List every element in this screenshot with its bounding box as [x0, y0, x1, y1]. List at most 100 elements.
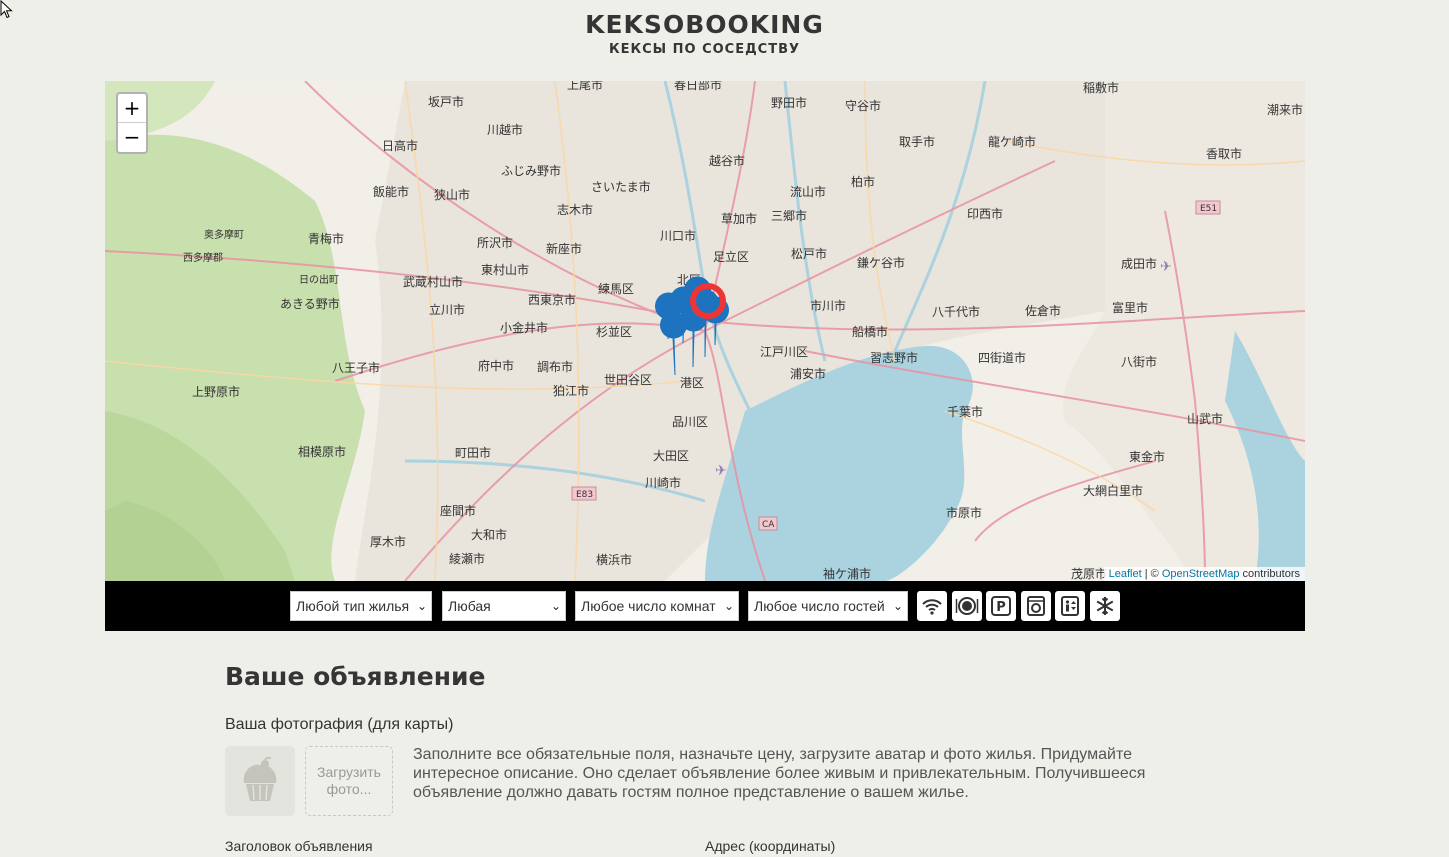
- map-label: 川越市: [487, 122, 523, 137]
- map-tiles: ✈ ✈ 坂戸市 川越市 日高市 上尾市 春日部市 野田市 守谷市 稲敷市 潮来市…: [105, 81, 1305, 581]
- map-attribution: Leaflet | © OpenStreetMap contributors: [1103, 567, 1305, 581]
- map-label: 佐倉市: [1025, 303, 1061, 318]
- map-label: 志木市: [557, 202, 593, 217]
- map-label: 府中市: [478, 358, 514, 373]
- map-filters: Любой тип жилья ⌄ Любая ⌄ Любое число ко…: [105, 581, 1305, 631]
- svg-text:E83: E83: [576, 490, 593, 500]
- dishwasher-icon: [955, 597, 979, 615]
- rooms-select[interactable]: Любое число комнат ⌄: [575, 591, 739, 621]
- map-label: 小金井市: [500, 320, 548, 335]
- map-label: 武蔵村山市: [403, 274, 463, 289]
- map-label: 市川市: [810, 298, 846, 313]
- map-label: 狛江市: [553, 383, 589, 398]
- guests-select[interactable]: Любое число гостей ⌄: [748, 591, 908, 621]
- chevron-down-icon: ⌄: [723, 599, 734, 613]
- map-label: 印西市: [967, 206, 1003, 221]
- map-label: 西東京市: [528, 292, 576, 307]
- map-label: 練馬区: [598, 282, 634, 296]
- map-label: 春日部市: [674, 81, 722, 92]
- map-label: 綾瀬市: [449, 551, 485, 566]
- map-label: 狭山市: [434, 187, 470, 202]
- feature-parking[interactable]: P: [986, 591, 1016, 621]
- map-label: 西多摩郡: [183, 251, 223, 264]
- zoom-in-button[interactable]: +: [118, 94, 146, 123]
- form-hint: Заполните все обязательные поля, назначь…: [413, 746, 1146, 801]
- map-label: 千葉市: [947, 404, 983, 419]
- housing-type-value: Любой тип жилья: [296, 598, 410, 614]
- map-label: 三郷市: [771, 208, 807, 223]
- svg-text:✈: ✈: [715, 462, 727, 478]
- map-label: 東金市: [1129, 449, 1165, 464]
- map-label: 守谷市: [845, 98, 881, 113]
- map-label: 大和市: [471, 527, 507, 542]
- map-label: 八千代市: [932, 304, 980, 319]
- ad-form-section: Ваше объявление Ваша фотография (для кар…: [225, 662, 1225, 854]
- map-label: 龍ケ崎市: [988, 134, 1036, 149]
- map-label: 富里市: [1112, 300, 1148, 315]
- map-label: 潮来市: [1267, 102, 1303, 117]
- zoom-out-button[interactable]: −: [118, 123, 146, 152]
- price-select[interactable]: Любая ⌄: [442, 591, 566, 621]
- map-label: 坂戸市: [428, 94, 464, 109]
- map-label: 草加市: [721, 211, 757, 226]
- feature-dishwasher[interactable]: [952, 591, 982, 621]
- osm-link[interactable]: OpenStreetMap: [1162, 568, 1240, 580]
- map-label: 成田市: [1121, 256, 1157, 271]
- chevron-down-icon: ⌄: [892, 599, 903, 613]
- conditioner-icon: [1096, 597, 1114, 615]
- avatar-upload-label: Загрузить фото...: [317, 764, 381, 797]
- map-label: 川崎市: [645, 475, 681, 490]
- elevator-icon: [1061, 596, 1079, 616]
- feature-conditioner[interactable]: [1090, 591, 1120, 621]
- map-label: 鎌ケ谷市: [857, 255, 905, 270]
- map-label: 川口市: [660, 228, 696, 243]
- map-canvas[interactable]: ✈ ✈ 坂戸市 川越市 日高市 上尾市 春日部市 野田市 守谷市 稲敷市 潮来市…: [105, 81, 1305, 581]
- map-label: 厚木市: [370, 534, 406, 549]
- parking-icon: P: [991, 596, 1011, 616]
- guests-value: Любое число гостей: [754, 598, 885, 614]
- leaflet-link[interactable]: Leaflet: [1109, 568, 1142, 580]
- map-label: 袖ケ浦市: [823, 566, 871, 581]
- map-label: 飯能市: [373, 184, 409, 199]
- map-label: 山武市: [1187, 411, 1223, 426]
- chevron-down-icon: ⌄: [550, 599, 561, 613]
- map-label: 大田区: [653, 449, 689, 463]
- site-header: KEKSOBOOKING КЕКСЫ ПО СОСЕДСТВУ: [0, 10, 1409, 57]
- avatar-field-label: Ваша фотография (для карты): [225, 716, 454, 733]
- map-label: 足立区: [713, 249, 749, 264]
- svg-text:CA: CA: [762, 520, 775, 530]
- attribution-suffix: contributors: [1239, 568, 1300, 580]
- map-label: 上尾市: [567, 81, 603, 92]
- map-label: 日高市: [382, 138, 418, 153]
- feature-wifi[interactable]: [917, 591, 947, 621]
- map-label: 流山市: [790, 184, 826, 199]
- map-label: 浦安市: [790, 366, 826, 381]
- muffin-icon: [243, 757, 277, 801]
- map-label: 習志野市: [870, 350, 918, 365]
- map-label: あきる野市: [280, 296, 340, 311]
- map-label: 港区: [680, 376, 704, 390]
- site-logo[interactable]: KEKSOBOOKING: [0, 10, 1409, 40]
- map-label: 柏市: [851, 174, 875, 189]
- map-label: 所沢市: [477, 235, 513, 250]
- map-label: 調布市: [537, 359, 573, 374]
- map-label: 江戸川区: [760, 345, 808, 359]
- site-tagline: КЕКСЫ ПО СОСЕДСТВУ: [608, 42, 801, 57]
- rooms-value: Любое число комнат: [581, 598, 716, 614]
- map-label: 横浜市: [596, 552, 632, 567]
- svg-text:✈: ✈: [1160, 258, 1172, 274]
- avatar-upload-dropzone[interactable]: Загрузить фото...: [305, 746, 393, 816]
- svg-text:P: P: [996, 600, 1006, 615]
- map-label: 八街市: [1121, 354, 1157, 369]
- map-label: ふじみ野市: [501, 163, 561, 178]
- feature-washer[interactable]: [1021, 591, 1051, 621]
- feature-elevator[interactable]: [1055, 591, 1085, 621]
- washer-icon: [1027, 596, 1045, 616]
- svg-text:E51: E51: [1200, 204, 1217, 214]
- wifi-icon: [922, 599, 942, 615]
- title-field-label: Заголовок объявления: [225, 838, 373, 854]
- map-label: 青梅市: [308, 231, 344, 246]
- housing-type-select[interactable]: Любой тип жилья ⌄: [290, 591, 432, 621]
- map-label: 町田市: [455, 445, 491, 460]
- map-label: 上野原市: [192, 384, 240, 399]
